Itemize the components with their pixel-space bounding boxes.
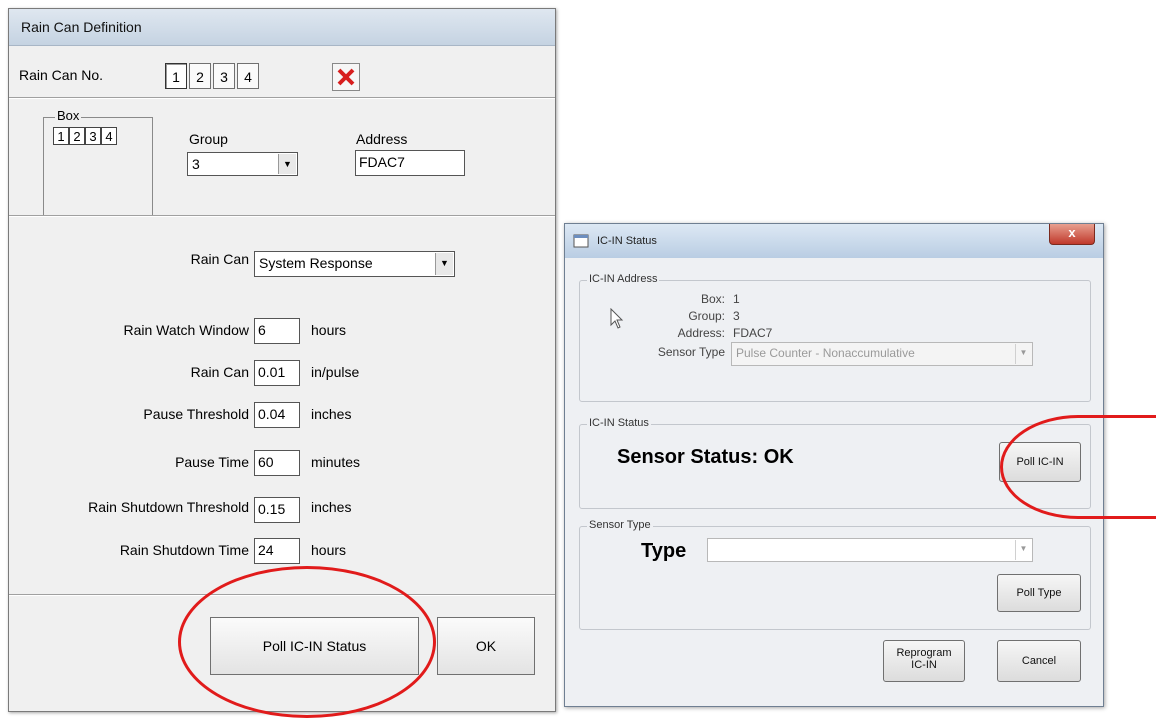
rain-shutdown-time-unit: hours bbox=[311, 542, 347, 558]
chevron-down-icon: ▼ bbox=[1015, 540, 1031, 560]
chevron-down-icon: ▼ bbox=[1015, 344, 1031, 364]
group-label: Group: bbox=[688, 309, 725, 323]
dialog-title: Rain Can Definition bbox=[21, 19, 142, 35]
rain-can-type-dropdown[interactable]: System Response ▼ bbox=[254, 251, 455, 277]
cancel-button[interactable]: Cancel bbox=[997, 640, 1081, 682]
ic-in-address-legend: IC-IN Address bbox=[587, 273, 660, 285]
pause-time-input[interactable]: 60 bbox=[254, 450, 300, 476]
box-number-4[interactable]: 4 bbox=[101, 127, 117, 145]
reprogram-line1: Reprogram bbox=[896, 647, 952, 659]
group-dropdown[interactable]: 3 ▼ bbox=[187, 152, 298, 176]
reprogram-ic-in-button[interactable]: Reprogram IC-IN bbox=[883, 640, 965, 682]
rain-can-definition-dialog: Rain Can Definition Rain Can No. 1 2 3 4… bbox=[8, 8, 556, 712]
pause-time-unit: minutes bbox=[311, 454, 361, 470]
sensor-type-label: Sensor Type bbox=[657, 345, 725, 359]
group-value: 3 bbox=[733, 309, 740, 323]
rain-can-type-value: System Response bbox=[259, 255, 373, 271]
divider bbox=[9, 97, 555, 99]
box-label: Box bbox=[55, 108, 82, 123]
pause-threshold-label: Pause Threshold bbox=[143, 406, 249, 422]
rain-can-number-4[interactable]: 4 bbox=[237, 63, 259, 89]
dialog-title: IC-IN Status bbox=[597, 235, 657, 247]
chevron-down-icon: ▼ bbox=[278, 154, 296, 174]
ic-in-status-dialog: IC-IN Status x IC-IN Address Box: 1 Grou… bbox=[564, 223, 1104, 707]
type-label: Type bbox=[641, 540, 687, 562]
group-value: 3 bbox=[192, 156, 200, 172]
rain-can-number-1[interactable]: 1 bbox=[165, 63, 187, 89]
pause-time-label: Pause Time bbox=[175, 454, 249, 470]
rain-can-number-selector: 1 2 3 4 bbox=[165, 63, 305, 93]
rain-can-unit: in/pulse bbox=[311, 364, 360, 380]
title-bar[interactable]: Rain Can Definition bbox=[9, 9, 555, 46]
poll-type-button[interactable]: Poll Type bbox=[997, 574, 1081, 612]
address-input[interactable]: FDAC7 bbox=[355, 150, 465, 176]
address-label: Address: bbox=[677, 326, 725, 340]
sensor-status-text: Sensor Status: OK bbox=[617, 446, 794, 468]
rain-can-number-2[interactable]: 2 bbox=[189, 63, 211, 89]
rain-can-number-3[interactable]: 3 bbox=[213, 63, 235, 89]
rain-can-type-label: Rain Can bbox=[190, 251, 249, 267]
delete-x-icon bbox=[337, 68, 355, 86]
box-number-3[interactable]: 3 bbox=[85, 127, 101, 145]
address-label: Address bbox=[356, 131, 408, 147]
group-label: Group bbox=[189, 131, 228, 147]
rain-shutdown-threshold-unit: inches bbox=[311, 499, 352, 515]
mouse-cursor-icon bbox=[610, 308, 624, 329]
box-value: 1 bbox=[733, 292, 740, 306]
rain-watch-window-unit: hours bbox=[311, 322, 347, 338]
rain-watch-window-label: Rain Watch Window bbox=[123, 322, 249, 338]
delete-rain-can-button[interactable] bbox=[332, 63, 360, 91]
address-value: FDAC7 bbox=[733, 326, 773, 340]
sensor-type-value: Pulse Counter - Nonaccumulative bbox=[736, 346, 915, 360]
rain-shutdown-time-label: Rain Shutdown Time bbox=[119, 542, 249, 558]
poll-ic-in-status-button[interactable]: Poll IC-IN Status bbox=[210, 617, 419, 675]
box-number-2[interactable]: 2 bbox=[69, 127, 85, 145]
rain-can-label: Rain Can bbox=[190, 364, 249, 380]
rain-shutdown-threshold-label: Rain Shutdown Threshold bbox=[88, 499, 249, 515]
title-bar[interactable]: IC-IN Status x bbox=[565, 224, 1103, 258]
close-button[interactable]: x bbox=[1049, 224, 1095, 245]
divider bbox=[9, 215, 555, 217]
rain-shutdown-time-input[interactable]: 24 bbox=[254, 538, 300, 564]
rain-watch-window-input[interactable]: 6 bbox=[254, 318, 300, 344]
close-icon: x bbox=[1068, 225, 1076, 240]
rain-can-input[interactable]: 0.01 bbox=[254, 360, 300, 386]
type-value bbox=[708, 546, 716, 552]
rain-can-no-label: Rain Can No. bbox=[19, 67, 104, 83]
ok-button[interactable]: OK bbox=[437, 617, 535, 675]
pause-threshold-input[interactable]: 0.04 bbox=[254, 402, 300, 428]
sensor-type-legend: Sensor Type bbox=[587, 519, 653, 531]
box-number-1[interactable]: 1 bbox=[53, 127, 69, 145]
ic-in-status-legend: IC-IN Status bbox=[587, 417, 651, 429]
window-icon bbox=[573, 234, 589, 248]
pause-threshold-unit: inches bbox=[311, 406, 352, 422]
rain-shutdown-threshold-input[interactable]: 0.15 bbox=[254, 497, 300, 523]
sensor-type-dropdown[interactable]: Pulse Counter - Nonaccumulative ▼ bbox=[731, 342, 1033, 366]
type-dropdown[interactable]: ▼ bbox=[707, 538, 1033, 562]
box-label: Box: bbox=[700, 292, 725, 306]
poll-ic-in-button[interactable]: Poll IC-IN bbox=[999, 442, 1081, 482]
divider bbox=[9, 594, 555, 596]
chevron-down-icon: ▼ bbox=[435, 253, 453, 275]
reprogram-line2: IC-IN bbox=[911, 659, 937, 671]
